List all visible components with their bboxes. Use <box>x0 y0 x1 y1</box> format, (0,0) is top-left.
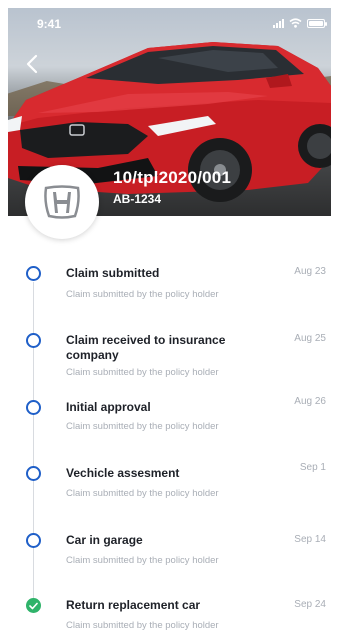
step-description: Claim submitted by the policy holder <box>66 555 219 566</box>
step-date: Aug 26 <box>294 396 326 407</box>
step-title: Claim submitted <box>66 266 160 280</box>
step-pending-icon <box>26 266 41 281</box>
step-pending-icon <box>26 333 41 348</box>
step-date: Aug 25 <box>294 333 326 344</box>
battery-icon <box>307 18 327 28</box>
check-circle-icon <box>26 598 41 613</box>
timeline-connector <box>33 282 34 602</box>
signal-icon <box>273 18 284 28</box>
step-pending-icon <box>26 400 41 415</box>
honda-logo <box>44 185 80 219</box>
step-description: Claim submitted by the policy holder <box>66 289 219 300</box>
step-date: Sep 14 <box>294 534 326 545</box>
status-time: 9:41 <box>37 17 62 31</box>
step-title: Claim received to insurance company <box>66 333 226 362</box>
back-button[interactable] <box>22 52 44 76</box>
step-description: Claim submitted by the policy holder <box>66 620 219 631</box>
step-title: Car in garage <box>66 533 143 547</box>
wifi-icon <box>289 18 302 28</box>
step-pending-icon <box>26 533 41 548</box>
vehicle-id: 10/tpl2020/001 <box>113 168 232 187</box>
status-bar: 9:41 <box>8 8 331 38</box>
step-description: Claim submitted by the policy holder <box>66 488 219 499</box>
step-description: Claim submitted by the policy holder <box>66 367 219 378</box>
step-pending-icon <box>26 466 41 481</box>
step-title: Vechicle assesment <box>66 466 180 480</box>
step-title: Initial approval <box>66 400 151 414</box>
chevron-left-icon <box>26 54 38 74</box>
step-date: Sep 1 <box>299 462 326 473</box>
vehicle-plate: AB-1234 <box>113 192 162 206</box>
step-title: Return replacement car <box>66 598 201 612</box>
step-description: Claim submitted by the policy holder <box>66 421 219 432</box>
step-date: Aug 23 <box>294 266 326 277</box>
brand-logo-avatar <box>25 165 99 239</box>
step-date: Sep 24 <box>294 599 326 610</box>
